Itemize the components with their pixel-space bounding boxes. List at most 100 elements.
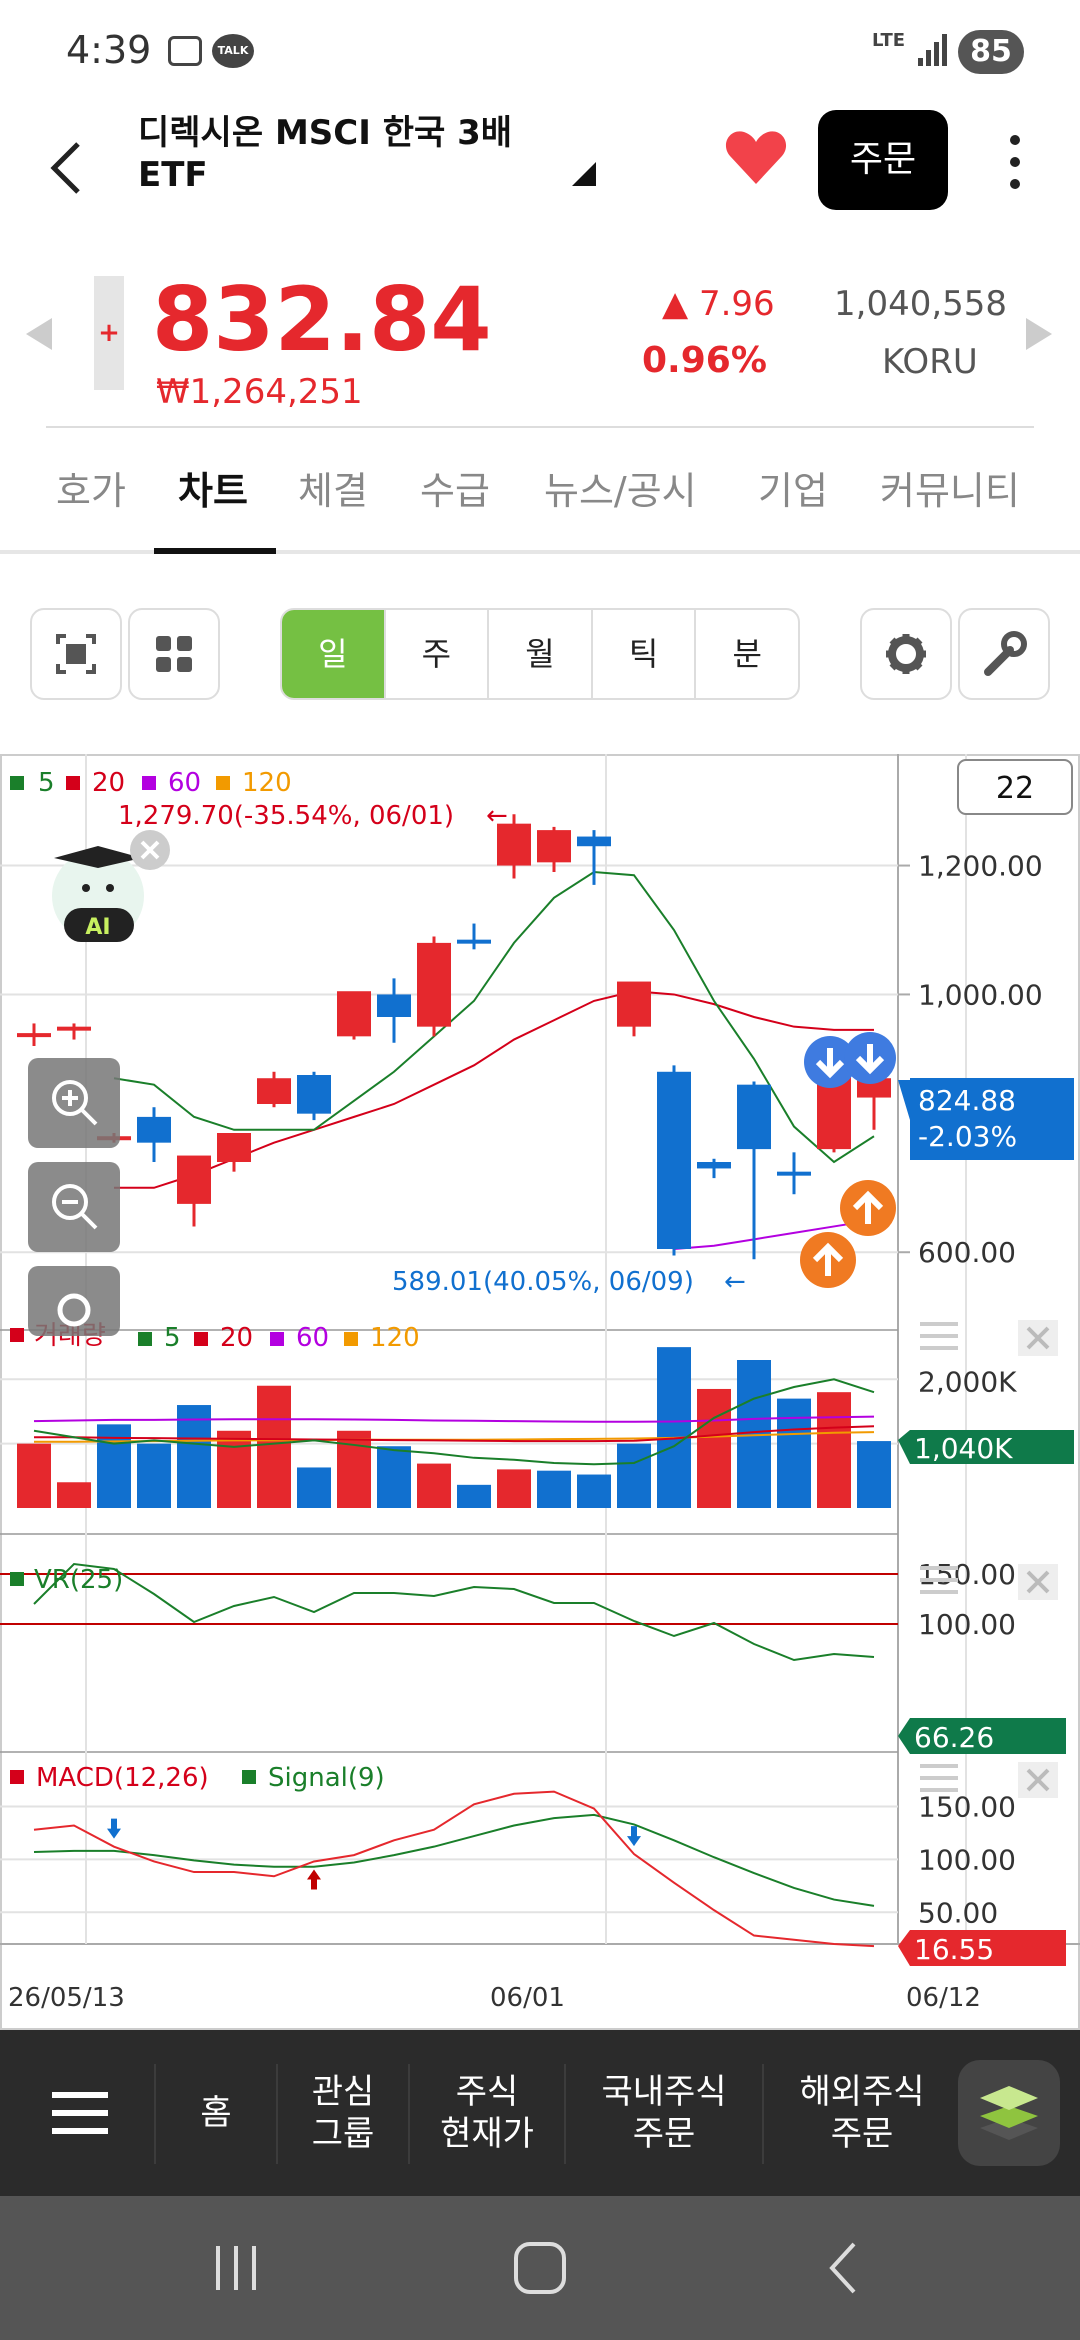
macd-y-tick: 100.00 [918,1843,1016,1876]
vol-legend-ma20: 20 [220,1323,253,1353]
vol-legend-ma120: 120 [370,1323,420,1353]
macd-pane-close-icon[interactable] [1018,1762,1058,1798]
vr-y-tick: 100.00 [918,1608,1016,1641]
macd-legend-swatch [10,1770,24,1784]
sell-signal-icon[interactable] [844,1032,896,1084]
ai-close-icon[interactable] [130,830,170,870]
nav-watchlist[interactable]: 관심 그룹 [278,2030,408,2196]
hamburger-icon [52,2092,108,2134]
buy-signal-icon[interactable] [840,1180,896,1236]
period-week[interactable]: 주 [386,610,490,698]
volume-bar [817,1392,851,1508]
vr-pane-close-icon[interactable] [1018,1564,1058,1600]
current-price-pct: -2.03% [918,1120,1017,1153]
candle-body [417,942,451,1027]
candle-count: 22 [996,771,1034,806]
order-button[interactable]: 주문 [818,110,948,210]
layout-button[interactable] [128,608,220,700]
volume-bar [137,1443,171,1508]
tab-orderbook[interactable]: 호가 [56,460,126,515]
gear-icon [886,634,926,674]
vol-legend-ma60: 60 [296,1323,329,1353]
price-chart[interactable]: 1,200.001,000.00600.002,000K1,000K150.00… [0,754,1080,2030]
volume-bar [697,1388,731,1508]
tab-news[interactable]: 뉴스/공시 [544,460,697,515]
volume-bar [577,1474,611,1508]
period-month[interactable]: 월 [489,610,593,698]
home-icon[interactable] [510,2240,570,2296]
nav-overseas-order[interactable]: 해외주식 주문 [764,2030,960,2196]
ai-assistant-button[interactable]: AI [52,846,144,942]
period-tick[interactable]: 틱 [593,610,697,698]
period-day[interactable]: 일 [282,610,386,698]
buy-signal-icon[interactable] [800,1232,856,1288]
next-stock-icon[interactable] [1026,318,1052,350]
layers-button[interactable] [958,2060,1060,2166]
chart-overlay-settings-button[interactable] [28,1266,120,1336]
chart-tools-button[interactable] [958,608,1050,700]
candle-body [57,1026,91,1031]
candle-body [177,1155,211,1204]
volume-bar [297,1467,331,1508]
tab-supply[interactable]: 수급 [420,460,490,515]
tab-company[interactable]: 기업 [758,460,828,515]
volume-bar [657,1347,691,1508]
volume-pane-close-icon[interactable] [1018,1320,1058,1356]
tab-bar: 호가 차트 체결 수급 뉴스/공시 기업 커뮤니티 [0,440,1080,554]
tab-trades[interactable]: 체결 [298,460,368,515]
legend-ma5: 5 [38,768,55,798]
volume-bar [497,1469,531,1508]
current-price-label: 824.88 [918,1084,1016,1117]
price-y-tick: 600.00 [918,1236,1016,1269]
chart-toolbar: 일 주 월 틱 분 [0,604,1080,704]
prev-stock-icon[interactable] [26,318,52,350]
vol-legend-ma120-swatch [344,1332,358,1346]
nav-home[interactable]: 홈 [156,2030,276,2196]
more-menu-icon[interactable] [1000,132,1030,192]
period-minute[interactable]: 분 [696,610,798,698]
candle-body [337,991,371,1037]
chart-settings-button[interactable] [860,608,952,700]
tab-chart[interactable]: 차트 [178,460,248,515]
nav-stock-price[interactable]: 주식 현재가 [410,2030,564,2196]
heart-icon[interactable] [724,128,788,188]
volume-value: 1,040,558 [834,284,1008,324]
legend-ma20: 20 [92,768,125,798]
vr-current-label: 66.26 [914,1721,994,1754]
stock-dropdown-icon[interactable] [572,162,596,186]
battery-indicator: 85 [958,30,1024,74]
zoom-out-button[interactable] [28,1162,120,1252]
x-tick-end: 06/12 [906,1983,981,2013]
signal-icon [918,34,947,66]
vr-legend-swatch [10,1572,24,1586]
price-y-tick: 1,000.00 [918,978,1043,1011]
volume-bar [417,1463,451,1508]
volume-bar [537,1470,571,1508]
volume-bar [337,1430,371,1508]
legend-ma120-swatch [216,776,230,790]
candle-body [617,981,651,1027]
legend-ma5-swatch [10,776,24,790]
stock-title[interactable]: 디렉시온 MSCI 한국 3배 ETF [138,112,538,196]
gallery-icon [168,36,202,66]
candle-body [257,1078,291,1104]
menu-icon[interactable] [20,2030,140,2196]
legend-ma60-swatch [142,776,156,790]
vr-legend: VR(25) [34,1565,123,1595]
stock-header: 디렉시온 MSCI 한국 3배 ETF 주문 [0,110,1080,260]
volume-y-tick: 2,000K [918,1365,1017,1398]
recent-apps-icon[interactable] [210,2240,264,2296]
back-icon[interactable] [44,138,94,198]
volume-bar [377,1446,411,1508]
volume-bar [617,1443,651,1508]
bottom-nav: 홈 관심 그룹 주식 현재가 국내주식 주문 해외주식 주문 [0,2030,1080,2196]
zoom-in-button[interactable] [28,1058,120,1148]
volume-current-label: 1,040K [914,1432,1013,1465]
tab-community[interactable]: 커뮤니티 [880,460,1020,515]
status-bar: 4:39 TALK LTE 85 [0,0,1080,110]
capture-button[interactable] [30,608,122,700]
nav-domestic-order[interactable]: 국내주식 주문 [566,2030,762,2196]
period-selector: 일 주 월 틱 분 [280,608,800,700]
vol-legend-ma5-swatch [138,1332,152,1346]
back-nav-icon[interactable] [820,2240,870,2296]
